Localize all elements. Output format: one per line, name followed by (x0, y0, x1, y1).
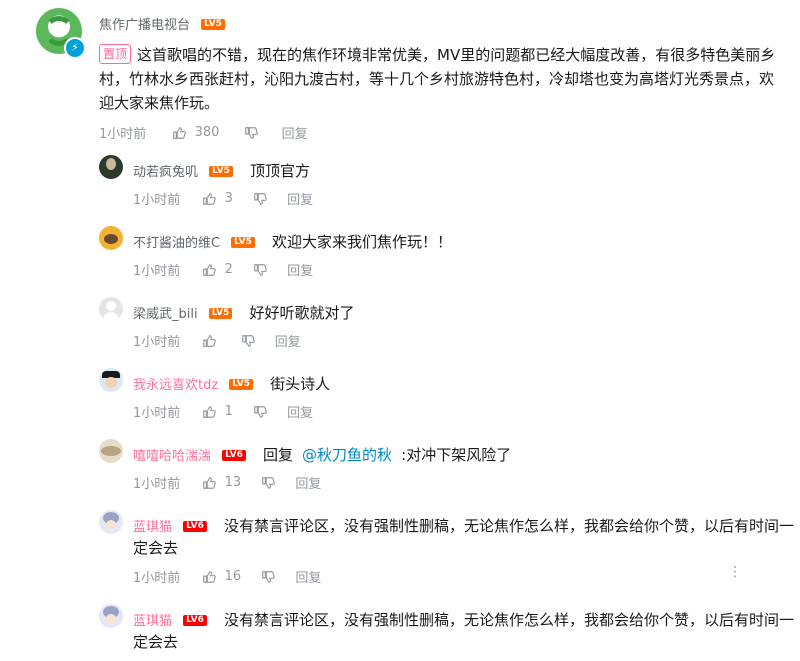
level-badge: LV5 (208, 308, 233, 319)
reply-prefix: 回复 (262, 446, 293, 464)
reply-button[interactable]: 回复 (275, 331, 301, 350)
thumb-up-icon (203, 570, 217, 583)
reply-text-line1: 没有禁言评论区，没有强制性删稿，无论焦作怎么样，我都会给你个赞，以后有时间一 (223, 517, 794, 535)
avatar[interactable] (99, 297, 123, 321)
like-count: 3 (224, 191, 233, 206)
thumb-down-icon (262, 476, 276, 489)
thumb-down-icon (254, 192, 267, 205)
dislike-button[interactable] (253, 191, 267, 206)
reply-time: 1小时前 (133, 335, 181, 350)
like-button[interactable]: 1 (202, 404, 233, 419)
like-button[interactable]: 380 (172, 125, 219, 140)
reply-time: 1小时前 (133, 571, 181, 586)
reply-text: 街头诗人 (270, 375, 331, 393)
avatar[interactable] (99, 368, 123, 392)
level-badge: LV5 (209, 166, 233, 177)
main-comment-text: 置顶 这首歌唱的不错，现在的焦作环境非常优美，MV里的问题都已经大幅度改善，有很多… (99, 43, 789, 115)
like-count: 16 (224, 569, 242, 584)
reply-text-line2: 定会去 (133, 633, 179, 651)
main-username[interactable]: 焦作广播电视台 (99, 18, 190, 33)
thumb-up-icon (203, 476, 217, 489)
reply-username[interactable]: 动若疯兔叽 (133, 165, 198, 180)
avatar[interactable] (99, 155, 123, 179)
main-text-line2: 村，竹林水乡西张赶村，沁阳九渡古村，等十几个乡村旅游特色村，冷却塔也变为高塔灯光… (99, 70, 775, 88)
thumb-down-icon (262, 570, 276, 583)
thumb-down-icon (244, 126, 258, 139)
reply-username[interactable]: 嘻嘻哈哈湍湍 (133, 449, 211, 464)
reply-username[interactable]: 我永远喜欢tdz (133, 378, 218, 393)
dislike-button[interactable] (261, 475, 276, 490)
reply-text: :对冲下架风险了 (401, 446, 512, 464)
like-count: 2 (224, 262, 233, 277)
main-time: 1小时前 (99, 127, 147, 142)
more-options-icon[interactable]: ⋮ (728, 565, 742, 579)
reply-time: 1小时前 (133, 406, 181, 421)
thumb-down-icon (241, 334, 255, 347)
dislike-button[interactable] (253, 262, 267, 277)
reply-username[interactable]: 蓝琪猫 (133, 614, 172, 629)
like-button[interactable]: 2 (202, 262, 233, 277)
thumb-up-icon (203, 405, 217, 418)
reply-button[interactable]: 回复 (282, 123, 308, 142)
reply-text: 顶顶官方 (249, 162, 310, 180)
reply-text-line2: 定会去 (133, 539, 179, 557)
level-badge: LV5 (201, 19, 225, 30)
thumb-up-icon (173, 126, 187, 139)
like-count: 1 (224, 404, 233, 419)
level-badge: LV5 (231, 237, 255, 248)
thumb-down-icon (254, 405, 267, 418)
reply-button[interactable]: 回复 (295, 567, 321, 586)
main-text-line1: 这首歌唱的不错，现在的焦作环境非常优美，MV里的问题都已经大幅度改善，有很多特色… (137, 46, 776, 64)
main-user-row: 焦作广播电视台 LV5 (99, 14, 225, 33)
thumb-up-icon (203, 334, 217, 347)
reply-button[interactable]: 回复 (287, 260, 313, 279)
like-button[interactable]: 3 (202, 191, 233, 206)
reply-text: 欢迎大家来我们焦作玩！！ (272, 233, 453, 251)
reply-text: 好好听歌就对了 (249, 304, 355, 322)
reply-username[interactable]: 不打酱油的维C (133, 236, 220, 251)
avatar[interactable] (99, 439, 123, 463)
level-badge: LV6 (183, 615, 207, 626)
avatar[interactable] (99, 604, 123, 628)
dislike-button[interactable] (244, 125, 258, 140)
reply-button[interactable]: 回复 (287, 402, 313, 421)
reply-time: 1小时前 (133, 477, 181, 492)
like-button[interactable]: 16 (202, 569, 241, 584)
main-text-line3: 迎大家来焦作玩。 (99, 94, 220, 112)
like-count: 13 (224, 475, 242, 490)
like-button[interactable] (202, 333, 217, 348)
level-badge: LV5 (229, 379, 254, 390)
reply-text-line1: 没有禁言评论区，没有强制性删稿，无论焦作怎么样，我都会给你个赞，以后有时间一 (223, 611, 794, 629)
avatar[interactable] (99, 226, 123, 250)
thumb-down-icon (254, 263, 267, 276)
pinned-badge: 置顶 (99, 44, 132, 64)
reply-button[interactable]: 回复 (287, 189, 313, 208)
reply-time: 1小时前 (133, 264, 181, 279)
avatar[interactable] (99, 510, 123, 534)
dislike-button[interactable] (253, 404, 267, 419)
reply-username[interactable]: 蓝琪猫 (133, 520, 172, 535)
thumb-up-icon (203, 192, 217, 205)
like-button[interactable]: 13 (202, 475, 241, 490)
like-count: 380 (194, 125, 220, 140)
reply-button[interactable]: 回复 (295, 473, 321, 492)
level-badge: LV6 (183, 521, 207, 532)
level-badge: LV6 (222, 450, 246, 461)
reply-time: 1小时前 (133, 193, 181, 208)
dislike-button[interactable] (241, 333, 255, 348)
reply-username[interactable]: 梁威武_bili (133, 307, 198, 322)
main-meta: 1小时前 380 回复 (99, 123, 308, 142)
mention-link[interactable]: @秋刀鱼的秋 (302, 446, 392, 464)
thumb-up-icon (203, 263, 217, 276)
dislike-button[interactable] (261, 569, 276, 584)
verified-badge-icon: ⚡ (64, 37, 86, 59)
